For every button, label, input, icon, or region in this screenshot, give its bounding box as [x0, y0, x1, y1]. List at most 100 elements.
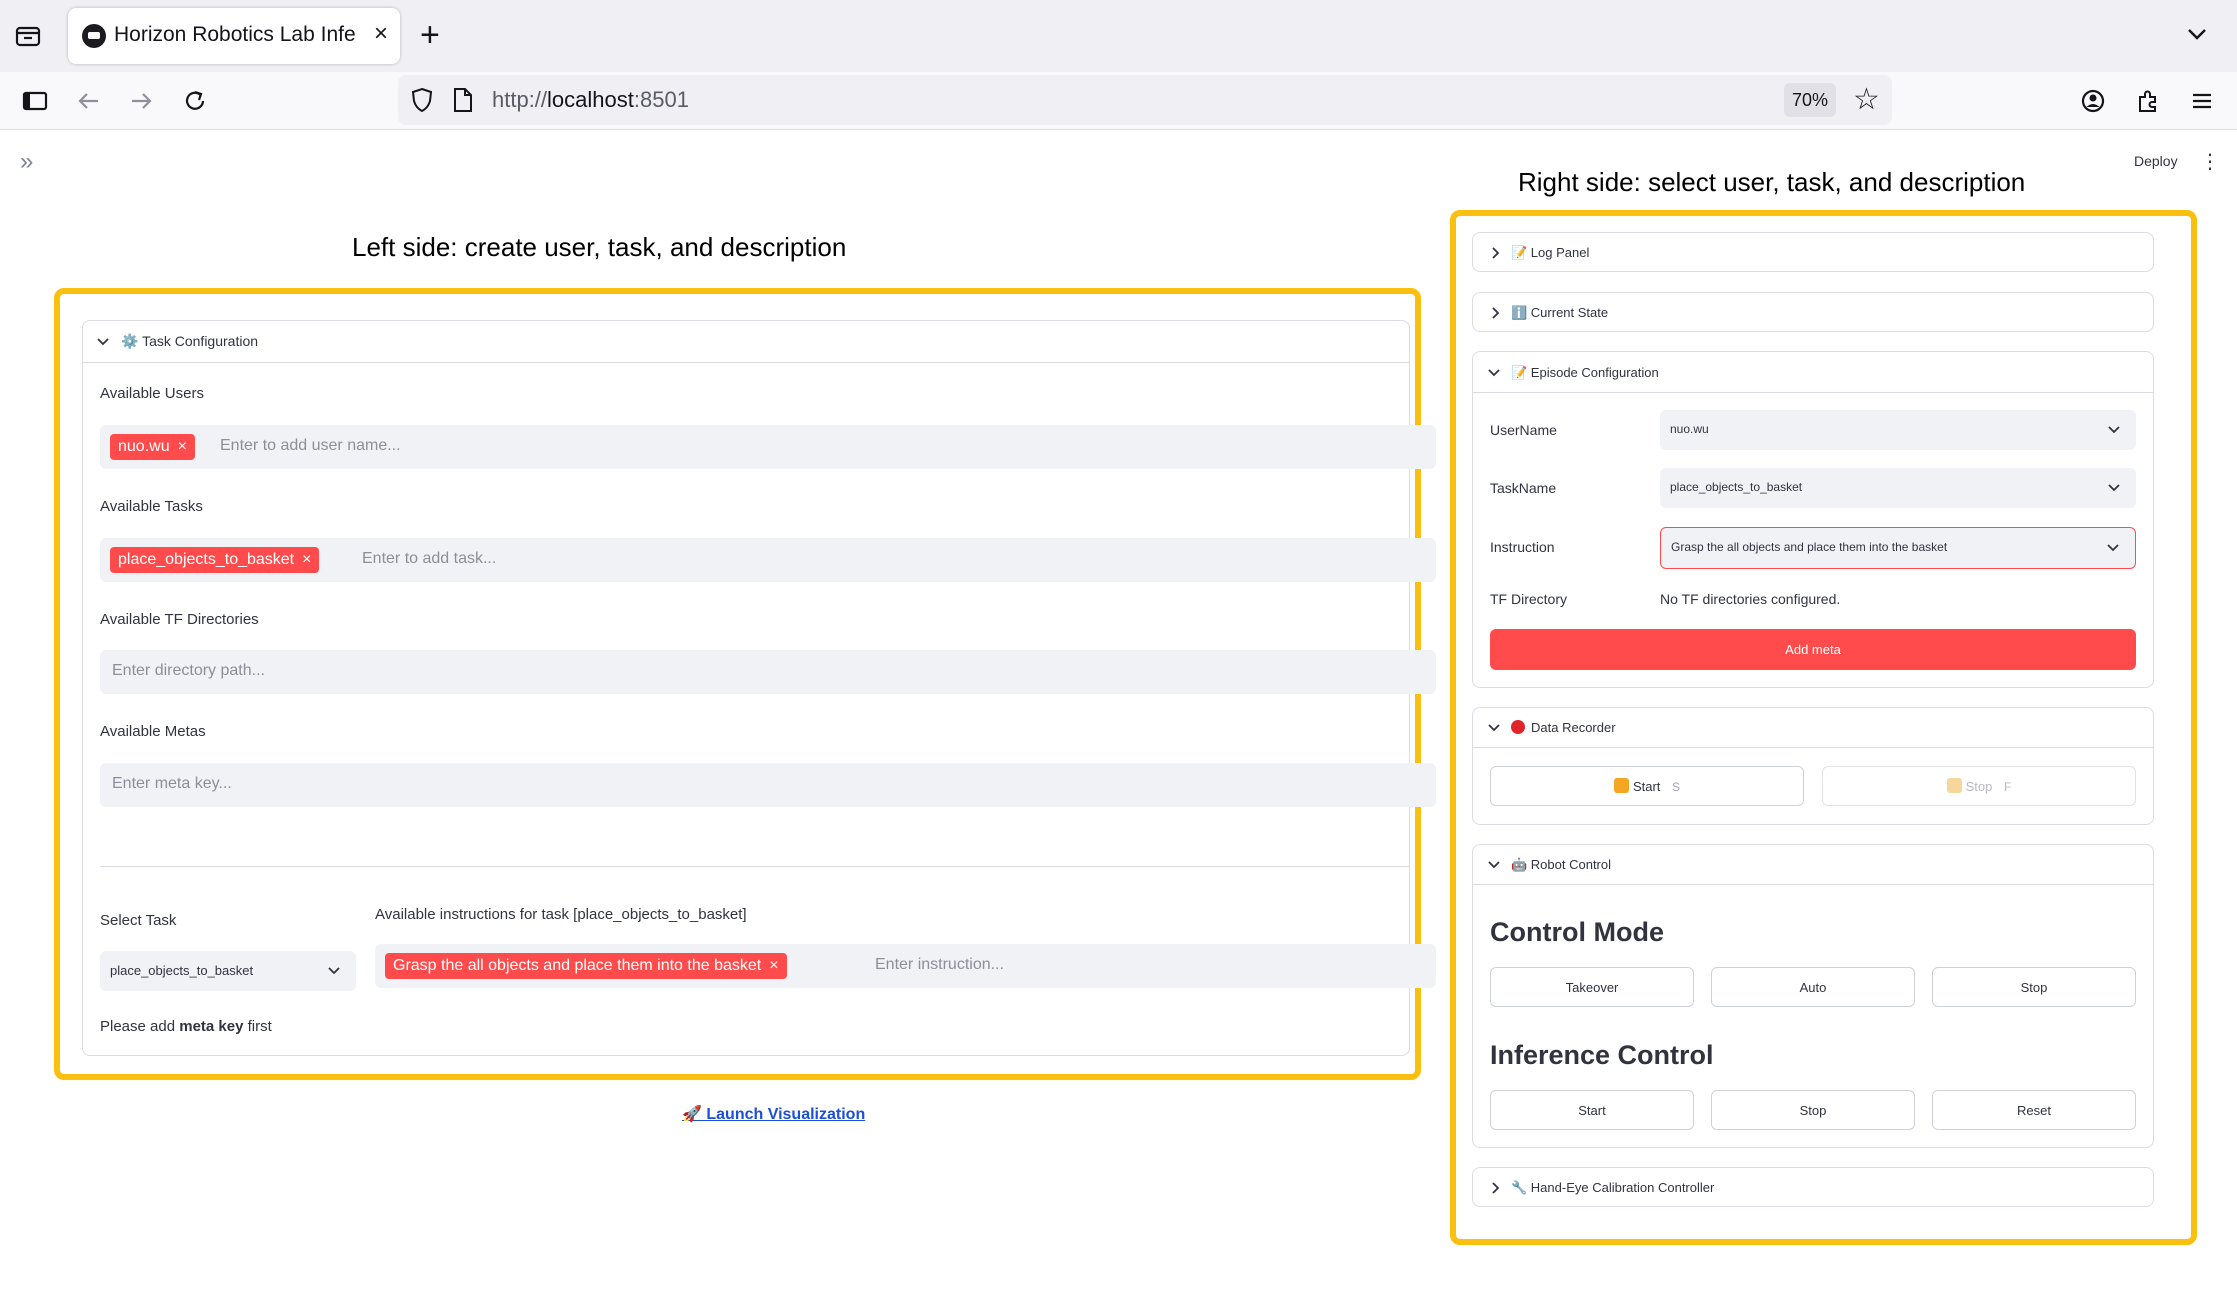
new-tab-button[interactable]: +	[420, 16, 440, 55]
episode-configuration-header[interactable]: 📝 Episode Configuration	[1473, 352, 2153, 393]
tf-directory-label: TF Directory	[1490, 591, 1567, 607]
launch-visualization-link[interactable]: 🚀 Launch Visualization	[682, 1104, 865, 1124]
url-bar[interactable]: http://localhost:8501 70% ☆	[398, 75, 1892, 125]
available-instructions-label: Available instructions for task [place_o…	[375, 906, 747, 923]
deploy-button[interactable]: Deploy	[2134, 153, 2178, 169]
recorder-stop-button[interactable]: Stop F	[1822, 766, 2136, 806]
meta-key-notice: Please add meta key first	[100, 1018, 272, 1035]
meta-input-placeholder[interactable]: Enter meta key...	[112, 775, 232, 793]
select-task-dropdown[interactable]: place_objects_to_basket	[100, 951, 356, 991]
account-icon[interactable]	[2078, 86, 2108, 116]
robot-control-title: 🤖 Robot Control	[1511, 857, 1612, 872]
available-tasks-multiselect[interactable]: place_objects_to_basket × Enter to add ta…	[100, 538, 1436, 582]
chevron-right-icon	[1492, 1182, 1499, 1194]
tf-directories-multiselect[interactable]: Enter directory path...	[100, 650, 1436, 694]
instruction-input-placeholder[interactable]: Enter instruction...	[875, 956, 1004, 974]
browser-nav-bar: http://localhost:8501 70% ☆	[0, 72, 2237, 130]
username-value: nuo.wu	[1670, 422, 1709, 436]
chevron-down-icon	[1488, 861, 1500, 869]
taskname-value: place_objects_to_basket	[1670, 480, 1803, 494]
chevron-down-icon	[97, 338, 109, 346]
data-recorder-header[interactable]: Data Recorder	[1473, 708, 2153, 748]
metas-multiselect[interactable]: Enter meta key...	[100, 763, 1436, 807]
task-configuration-title: ⚙️ Task Configuration	[121, 333, 259, 349]
tf-directory-value: No TF directories configured.	[1660, 591, 1841, 607]
recorder-start-shortcut: S	[1672, 780, 1681, 794]
chevron-down-icon	[328, 967, 340, 975]
extensions-icon[interactable]	[2133, 86, 2163, 116]
tag-remove-icon[interactable]: ×	[302, 551, 311, 568]
bookmark-star-icon[interactable]: ☆	[1853, 85, 1880, 115]
sidebar-toggle-icon[interactable]	[20, 86, 50, 116]
task-input-placeholder[interactable]: Enter to add task...	[362, 550, 496, 568]
available-tf-directories-label: Available TF Directories	[100, 611, 259, 628]
episode-configuration-title: 📝 Episode Configuration	[1511, 365, 1659, 380]
robot-control-header[interactable]: 🤖 Robot Control	[1473, 845, 2153, 885]
available-users-label: Available Users	[100, 385, 204, 402]
app-menu-icon[interactable]: ⋮	[2200, 149, 2220, 174]
available-metas-label: Available Metas	[100, 723, 206, 740]
stop-square-icon	[1946, 778, 1962, 793]
takeover-button[interactable]: Takeover	[1490, 967, 1694, 1007]
select-task-value: place_objects_to_basket	[110, 963, 254, 978]
instruction-select[interactable]: Grasp the all objects and place them int…	[1660, 527, 2136, 569]
task-configuration-header[interactable]: ⚙️ Task Configuration	[83, 321, 1409, 363]
browser-tab-active[interactable]: Horizon Robotics Lab Infe ×	[68, 8, 400, 64]
username-select[interactable]: nuo.wu	[1660, 410, 2136, 450]
directory-input-placeholder[interactable]: Enter directory path...	[112, 662, 265, 680]
right-side-caption: Right side: select user, task, and descr…	[1518, 167, 2026, 197]
chevron-down-icon	[2107, 544, 2119, 552]
current-state-expander[interactable]: ℹ️ Current State	[1472, 292, 2154, 332]
chevron-down-icon	[1488, 369, 1500, 377]
inference-reset-button[interactable]: Reset	[1932, 1090, 2136, 1130]
chevron-down-icon[interactable]	[2183, 20, 2211, 48]
shield-icon[interactable]	[410, 87, 434, 113]
data-recorder-title: Data Recorder	[1531, 720, 1616, 735]
instruction-label: Instruction	[1490, 539, 1555, 555]
inference-control-heading: Inference Control	[1490, 1040, 1714, 1070]
username-label: UserName	[1490, 422, 1557, 438]
instruction-tag[interactable]: Grasp the all objects and place them int…	[385, 953, 787, 979]
control-stop-button[interactable]: Stop	[1932, 967, 2136, 1007]
log-panel-expander[interactable]: 📝 Log Panel	[1472, 232, 2154, 272]
reload-icon[interactable]	[180, 86, 210, 116]
control-mode-heading: Control Mode	[1490, 917, 1664, 947]
user-tag[interactable]: nuo.wu ×	[110, 434, 195, 460]
recorder-start-button[interactable]: Start S	[1490, 766, 1804, 806]
tab-close-icon[interactable]: ×	[374, 20, 388, 48]
page-info-icon[interactable]	[452, 86, 474, 114]
chevron-down-icon	[2108, 426, 2120, 434]
inference-start-button[interactable]: Start	[1490, 1090, 1694, 1130]
taskname-label: TaskName	[1490, 480, 1557, 496]
zoom-level-badge[interactable]: 70%	[1784, 83, 1836, 117]
available-users-multiselect[interactable]: nuo.wu × Enter to add user name...	[100, 425, 1436, 469]
streamlit-favicon-icon	[82, 24, 106, 48]
inference-stop-button[interactable]: Stop	[1711, 1090, 1915, 1130]
add-meta-button[interactable]: Add meta	[1490, 629, 2136, 670]
hamburger-menu-icon[interactable]	[2187, 86, 2217, 116]
task-tag[interactable]: place_objects_to_basket ×	[110, 547, 320, 573]
back-arrow-icon[interactable]	[74, 86, 104, 116]
screenshot-stage: Horizon Robotics Lab Infe × + http://loc…	[0, 0, 2237, 1304]
divider	[100, 866, 1410, 867]
expand-sidebar-icon[interactable]: »	[20, 148, 33, 176]
red-circle-icon	[1511, 720, 1525, 734]
chevron-down-icon	[1488, 724, 1500, 732]
url-text[interactable]: http://localhost:8501	[492, 87, 689, 113]
user-input-placeholder[interactable]: Enter to add user name...	[220, 437, 401, 455]
tab-list-icon[interactable]	[14, 22, 42, 50]
tag-remove-icon[interactable]: ×	[178, 438, 187, 455]
taskname-select[interactable]: place_objects_to_basket	[1660, 468, 2136, 508]
instructions-multiselect[interactable]: Grasp the all objects and place them int…	[375, 944, 1436, 988]
auto-button[interactable]: Auto	[1711, 967, 1915, 1007]
log-panel-title: 📝 Log Panel	[1511, 245, 1590, 260]
forward-arrow-icon[interactable]	[126, 86, 156, 116]
tag-remove-icon[interactable]: ×	[769, 957, 778, 974]
hand-eye-calibration-expander[interactable]: 🔧 Hand-Eye Calibration Controller	[1472, 1167, 2154, 1207]
left-side-caption: Left side: create user, task, and descri…	[352, 232, 847, 262]
recorder-stop-shortcut: F	[2004, 780, 2012, 794]
tab-title: Horizon Robotics Lab Infe	[114, 23, 356, 46]
current-state-title: ℹ️ Current State	[1511, 305, 1609, 320]
chevron-down-icon	[2108, 484, 2120, 492]
browser-tab-bar: Horizon Robotics Lab Infe × +	[0, 0, 2237, 72]
